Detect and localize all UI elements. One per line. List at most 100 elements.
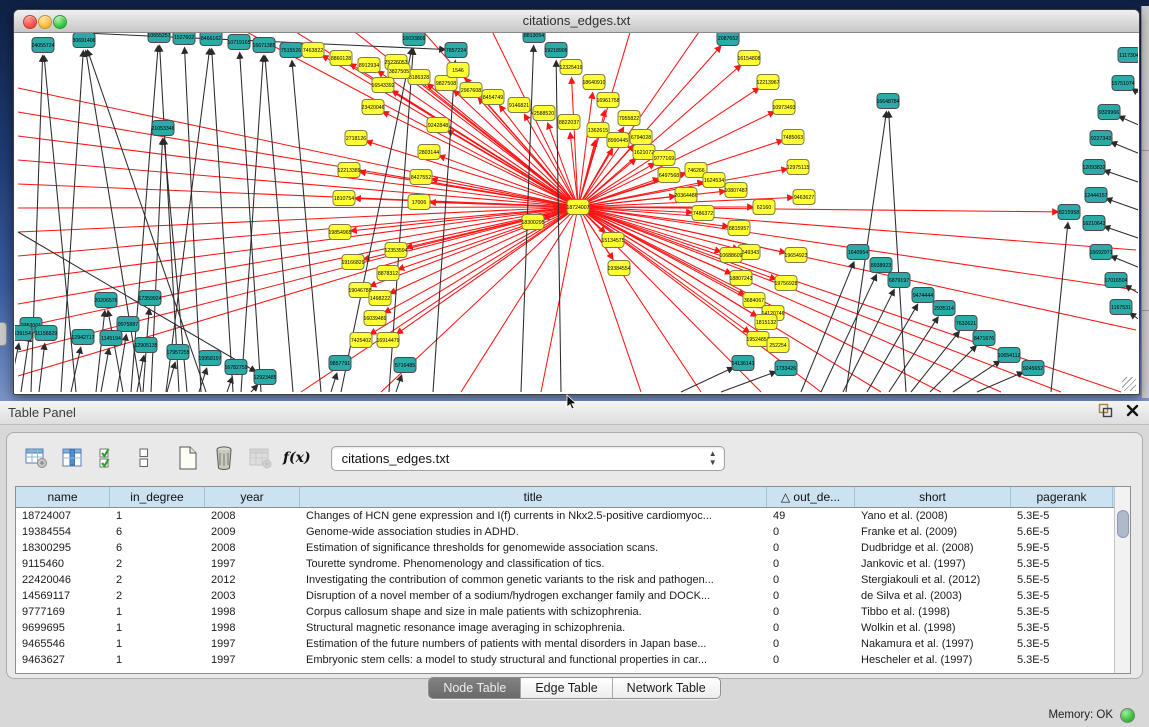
table-cell[interactable]: Corpus callosum shape and size in male p… [300,606,767,618]
network-node[interactable]: 23420046 [361,100,384,115]
network-node[interactable]: 1624534 [703,173,725,188]
network-node[interactable]: 9242848 [427,118,449,133]
network-node[interactable]: 2588520 [533,106,555,121]
network-node[interactable]: 10807487 [724,183,747,198]
table-cell[interactable]: 18300295 [16,542,110,554]
network-node[interactable]: 10688609 [719,248,742,263]
delete-table-icon[interactable] [209,443,239,473]
network-node[interactable]: 10654112 [998,348,1021,363]
table-cell[interactable]: Estimation of significance thresholds fo… [300,542,767,554]
citation-edge[interactable] [18,207,578,280]
citation-edge[interactable] [265,56,293,392]
table-cell[interactable]: 0 [767,606,855,618]
table-cell[interactable]: Investigating the contribution of common… [300,574,767,586]
table-cell[interactable]: Structural magnetic resonance image aver… [300,622,767,634]
network-window-titlebar[interactable]: citations_edges.txt [14,10,1139,33]
network-node[interactable]: 20206576 [94,293,117,308]
column-header-in-degree[interactable]: in_degree [110,487,205,507]
table-cell[interactable]: 0 [767,558,855,570]
table-cell[interactable]: 0 [767,590,855,602]
citation-edge[interactable] [1111,256,1138,272]
table-cell[interactable]: Hescheler et al. (1997) [855,654,1011,666]
network-node[interactable]: 16671385 [252,38,275,53]
network-node[interactable]: 10973493 [772,100,795,115]
citation-edge[interactable] [21,336,29,392]
table-cell[interactable]: 1997 [205,654,300,666]
citation-edge[interactable] [930,346,976,392]
citation-edge[interactable] [18,136,578,207]
network-node[interactable]: 15751074 [1111,76,1134,91]
network-node[interactable]: 16914479 [376,333,399,348]
network-node[interactable]: 16782759 [224,360,247,375]
citation-edge[interactable] [18,207,578,328]
network-node[interactable]: 1640954 [847,245,869,260]
network-node[interactable]: 18807243 [729,271,752,286]
citation-edge[interactable] [18,207,578,256]
table-cell[interactable]: Dudbridge et al. (2008) [855,542,1011,554]
network-node[interactable]: 8186328 [408,70,430,85]
table-cell[interactable]: Estimation of the future numbers of pati… [300,638,767,650]
table-cell[interactable]: 1 [110,638,205,650]
table-cell[interactable]: 1 [110,510,205,522]
network-node[interactable]: 18300295 [521,215,544,230]
citation-edge[interactable] [396,375,402,392]
citation-edge[interactable] [572,78,578,207]
table-cell[interactable]: Tourette syndrome. Phenomenology and cla… [300,558,767,570]
network-node[interactable]: 17957255 [166,345,189,360]
network-node[interactable]: 12444157 [1084,188,1107,203]
citation-edge[interactable] [227,377,232,392]
network-node[interactable]: 16210643 [1082,216,1105,231]
network-node[interactable]: 7486372 [692,206,714,221]
network-node[interactable]: 1810754 [333,191,355,206]
citation-edge[interactable] [1104,227,1138,242]
citation-edge[interactable] [15,344,19,392]
network-node[interactable]: 9777169 [653,151,675,166]
table-cell[interactable]: 22420046 [16,574,110,586]
network-node[interactable]: 20364486 [674,188,697,203]
citation-edge[interactable] [801,262,854,392]
citation-edge[interactable] [1125,286,1138,300]
citation-edge[interactable] [101,349,109,392]
network-node[interactable]: 7515526 [280,43,302,58]
network-node[interactable]: 12213389 [337,163,360,178]
column-header-name[interactable]: name [16,487,110,507]
tab-node-table[interactable]: Node Table [429,678,521,698]
clear-selection-icon[interactable] [129,443,159,473]
network-node[interactable]: 2803144 [418,145,440,160]
network-node[interactable]: 2935114 [933,301,955,316]
citation-edge[interactable] [18,207,578,376]
citation-edge[interactable] [292,61,321,392]
network-node[interactable]: 9857791 [329,356,351,371]
citation-edge[interactable] [18,207,578,304]
network-node[interactable]: 8912934 [358,58,380,73]
network-node[interactable]: 24055724 [31,38,54,53]
network-node[interactable]: 3827505 [388,64,410,79]
column-header-title[interactable]: title [300,487,767,507]
table-cell[interactable]: 9465546 [16,638,110,650]
network-node[interactable]: 12353594 [384,243,407,258]
citation-edge[interactable] [1119,116,1138,130]
network-node[interactable]: 12923485 [253,370,276,385]
network-node[interactable]: 17006 [408,195,430,210]
network-node[interactable]: 19854965 [328,225,351,240]
citation-edge[interactable] [151,139,163,392]
table-cell[interactable]: Jankovic et al. (1997) [855,558,1011,570]
network-node[interactable]: 8215958 [1058,205,1080,220]
memory-status-indicator[interactable] [1120,708,1135,723]
citation-edge[interactable] [212,49,233,392]
citation-edge[interactable] [681,368,733,392]
table-cell[interactable]: 6 [110,526,205,538]
table-cell[interactable]: 2012 [205,574,300,586]
table-cell[interactable]: 5.3E-5 [1011,606,1113,618]
network-node[interactable]: 1621072 [633,145,655,160]
function-builder-icon[interactable]: f(x) [283,450,311,466]
network-node[interactable]: 6497568 [658,168,680,183]
citation-edge[interactable] [390,207,578,293]
resize-grip[interactable] [1122,377,1136,391]
table-cell[interactable]: de Silva et al. (2003) [855,590,1011,602]
network-node[interactable]: 7632621 [955,316,977,331]
table-cell[interactable]: Nakamura et al. (1997) [855,638,1011,650]
citation-edge[interactable] [397,207,578,334]
citation-edge[interactable] [1106,199,1138,214]
column-header-short[interactable]: short [855,487,1011,507]
